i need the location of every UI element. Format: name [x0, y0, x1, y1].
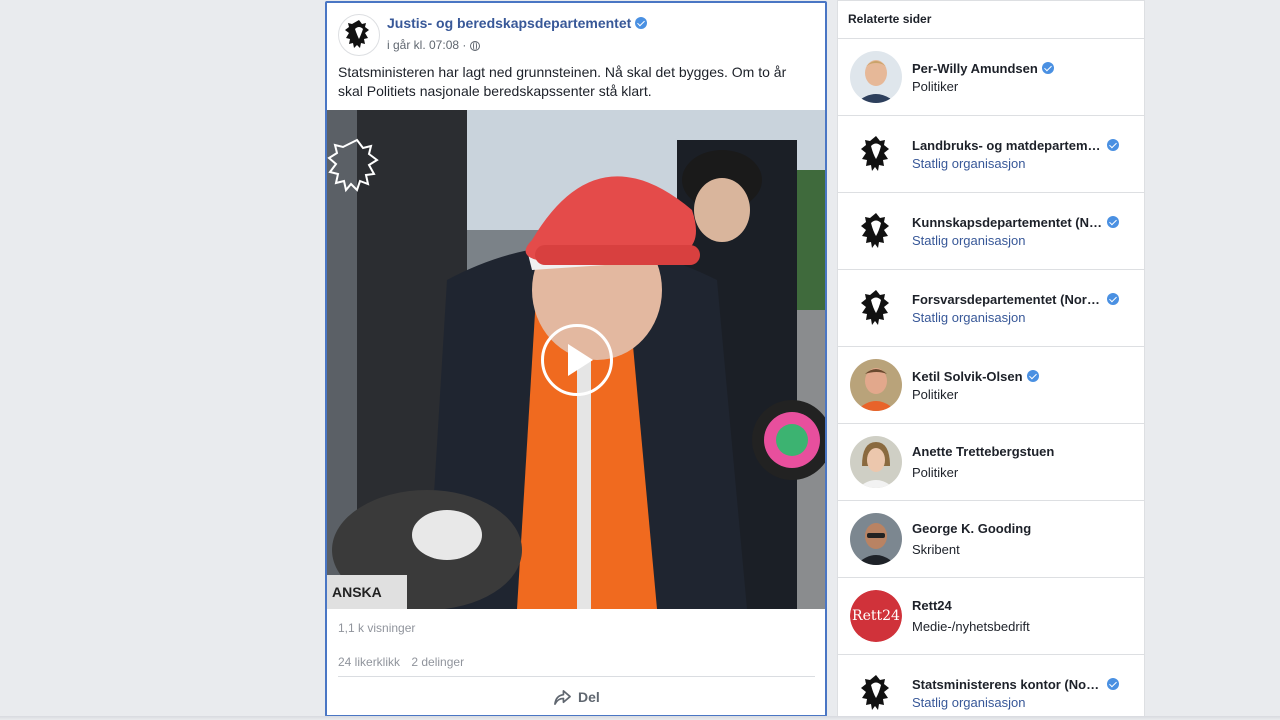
avatar[interactable]	[850, 513, 902, 565]
share-icon	[554, 689, 571, 705]
bottom-edge	[0, 716, 1280, 720]
divider	[338, 676, 815, 677]
related-page-category: Politiker	[912, 387, 959, 402]
related-page-category[interactable]: Statlig organisasjon	[912, 310, 1025, 325]
related-page-name[interactable]: Kunnskapsdepartementet (Norway)	[912, 215, 1122, 230]
verified-badge-icon	[635, 17, 648, 29]
related-page-category[interactable]: Statlig organisasjon	[912, 156, 1025, 171]
rett24-logo[interactable]: Rett24	[850, 590, 902, 642]
related-page-name[interactable]: George K. Gooding	[912, 521, 1122, 536]
related-page-name[interactable]: Ketil Solvik-Olsen	[912, 369, 1122, 384]
globe-icon	[470, 41, 481, 51]
verified-badge-icon	[1107, 678, 1119, 690]
video-overlay-text: ANSKA	[332, 584, 382, 600]
lion-crest-icon	[345, 20, 369, 48]
related-page-item[interactable]: Anette Trettebergstuen Politiker	[838, 424, 1144, 501]
share-button[interactable]: Del	[553, 687, 600, 707]
verified-badge-icon	[1107, 293, 1119, 305]
post-timestamp[interactable]: i går kl. 07:08 ·	[387, 38, 481, 52]
avatar[interactable]	[850, 51, 902, 103]
related-page-name-text[interactable]: Anette Trettebergstuen	[912, 444, 1054, 459]
related-page-name[interactable]: Landbruks- og matdepartementet	[912, 138, 1122, 153]
lion-crest-icon[interactable]	[850, 667, 902, 719]
related-page-item[interactable]: Rett24 Rett24 Medie-/nyhetsbedrift	[838, 578, 1144, 655]
related-page-item[interactable]: Per-Willy Amundsen Politiker	[838, 39, 1144, 116]
related-page-item[interactable]: Forsvarsdepartementet (Norway) Statlig or…	[838, 270, 1144, 347]
related-pages-list: Per-Willy Amundsen Politiker Landbruks- og…	[838, 39, 1144, 719]
related-page-item[interactable]: Statsministerens kontor (Norway) Statlig …	[838, 655, 1144, 719]
shares-count[interactable]: 2 delinger	[411, 655, 464, 669]
related-page-name[interactable]: Statsministerens kontor (Norway)	[912, 677, 1122, 692]
related-page-name[interactable]: Per-Willy Amundsen	[912, 61, 1122, 76]
view-count: 1,1 k visninger	[338, 621, 416, 635]
related-page-name-text[interactable]: George K. Gooding	[912, 521, 1031, 536]
avatar[interactable]	[850, 359, 902, 411]
rett24-logo-text: Rett24	[852, 608, 900, 624]
share-label[interactable]: Del	[578, 689, 600, 705]
post-header: Justis- og beredskapsdepartementet i går…	[338, 14, 815, 58]
related-page-name-text[interactable]: Rett24	[912, 598, 952, 613]
related-page-category: Politiker	[912, 465, 959, 480]
page-name-link[interactable]: Justis- og beredskapsdepartementet	[387, 15, 648, 31]
related-page-name[interactable]: Rett24	[912, 598, 1122, 613]
verified-badge-icon	[1041, 62, 1054, 74]
related-page-item[interactable]: Kunnskapsdepartementet (Norway) Statlig o…	[838, 193, 1144, 270]
related-page-item[interactable]: Ketil Solvik-Olsen Politiker	[838, 347, 1144, 424]
avatar[interactable]	[850, 436, 902, 488]
related-page-name-text[interactable]: Landbruks- og matdepartementet	[912, 138, 1103, 153]
likes-count[interactable]: 24 likerklikk	[338, 655, 400, 669]
related-page-name-text[interactable]: Statsministerens kontor (Norway)	[912, 677, 1103, 692]
post-card: Justis- og beredskapsdepartementet i går…	[325, 1, 827, 717]
verified-badge-icon	[1107, 216, 1119, 228]
post-time-text[interactable]: i går kl. 07:08 ·	[387, 38, 466, 52]
lion-crest-icon[interactable]	[850, 128, 902, 180]
lion-crest-icon[interactable]	[850, 205, 902, 257]
lion-crest-icon[interactable]	[850, 282, 902, 334]
related-page-item[interactable]: George K. Gooding Skribent	[838, 501, 1144, 578]
verified-badge-icon	[1026, 370, 1039, 382]
related-page-name[interactable]: Forsvarsdepartementet (Norway)	[912, 292, 1122, 307]
related-page-name-text[interactable]: Ketil Solvik-Olsen	[912, 369, 1023, 384]
related-page-item[interactable]: Landbruks- og matdepartementet Statlig or…	[838, 116, 1144, 193]
post-text: Statsministeren har lagt ned grunnsteine…	[338, 64, 787, 99]
related-page-category[interactable]: Statlig organisasjon	[912, 233, 1025, 248]
related-pages-panel: Relaterte sider Per-Willy Amundsen Politi…	[837, 0, 1145, 720]
related-page-category: Skribent	[912, 542, 960, 557]
page-name-text[interactable]: Justis- og beredskapsdepartementet	[387, 15, 631, 31]
related-pages-title: Relaterte sider	[838, 1, 1144, 39]
related-page-name-text[interactable]: Per-Willy Amundsen	[912, 61, 1038, 76]
post-stats: 24 likerklikk 2 delinger	[338, 655, 472, 669]
related-page-category: Politiker	[912, 79, 959, 94]
page-avatar[interactable]	[338, 14, 380, 56]
video-player[interactable]: ANSKA	[327, 110, 825, 609]
play-button[interactable]	[541, 324, 613, 396]
related-page-name-text[interactable]: Kunnskapsdepartementet (Norway)	[912, 215, 1103, 230]
related-page-category: Medie-/nyhetsbedrift	[912, 619, 1030, 634]
related-page-name[interactable]: Anette Trettebergstuen	[912, 444, 1122, 459]
verified-badge-icon	[1107, 139, 1119, 151]
related-page-category[interactable]: Statlig organisasjon	[912, 695, 1025, 710]
related-page-name-text[interactable]: Forsvarsdepartementet (Norway)	[912, 292, 1103, 307]
